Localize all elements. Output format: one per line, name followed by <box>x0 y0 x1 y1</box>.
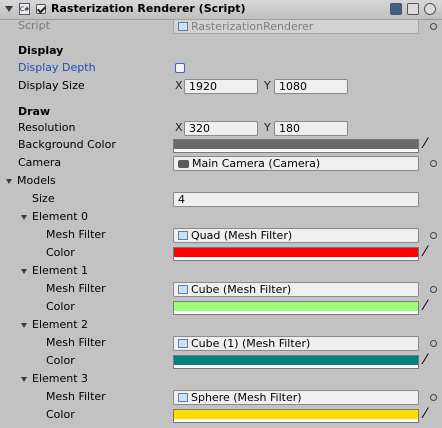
element-0-mesh-picker-icon[interactable] <box>430 232 437 239</box>
element-3-mesh-value: Sphere (Mesh Filter) <box>191 391 302 404</box>
camera-field-value: Main Camera (Camera) <box>192 157 321 170</box>
element-2-alpha-bar <box>174 365 418 368</box>
display-depth-checkbox[interactable] <box>175 63 185 73</box>
element-2-color-field[interactable] <box>173 355 419 369</box>
element-3-eyedropper-icon[interactable]: ⁄ <box>424 407 426 421</box>
display-size-x-label: X <box>175 79 183 92</box>
element-2-mesh-field[interactable]: Cube (1) (Mesh Filter) <box>173 336 419 351</box>
display-size-label: Display Size <box>18 79 85 92</box>
models-label: Models <box>17 174 56 187</box>
element-0-color-label: Color <box>46 246 75 259</box>
script-file-icon <box>178 22 188 31</box>
element-2-foldout-icon[interactable] <box>21 323 27 328</box>
element-0-foldout-icon[interactable] <box>21 215 27 220</box>
element-2-mesh-value: Cube (1) (Mesh Filter) <box>191 337 311 350</box>
resolution-x-input[interactable]: 320 <box>184 121 258 136</box>
element-0-eyedropper-icon[interactable]: ⁄ <box>424 245 426 259</box>
display-depth-label: Display Depth <box>18 61 96 74</box>
element-0-mesh-field[interactable]: Quad (Mesh Filter) <box>173 228 419 243</box>
script-label: Script <box>18 19 50 32</box>
element-2-color-label: Color <box>46 354 75 367</box>
camera-field[interactable]: Main Camera (Camera) <box>173 156 419 171</box>
element-2-mesh-label: Mesh Filter <box>46 336 106 349</box>
element-1-label: Element 1 <box>32 264 89 277</box>
element-0-mesh-value: Quad (Mesh Filter) <box>191 229 293 242</box>
display-size-x-input[interactable]: 1920 <box>184 79 258 94</box>
background-color-swatch <box>174 140 418 149</box>
mesh-filter-icon <box>178 393 188 402</box>
gear-dropdown-icon[interactable] <box>424 3 436 15</box>
script-field: RasterizationRenderer <box>173 19 419 34</box>
mesh-filter-icon <box>178 285 188 294</box>
resolution-label: Resolution <box>18 121 76 134</box>
models-size-input[interactable]: 4 <box>173 192 419 207</box>
element-3-alpha-bar <box>174 419 418 422</box>
cs-script-icon: C# <box>19 3 30 15</box>
element-3-mesh-label: Mesh Filter <box>46 390 106 403</box>
element-2-label: Element 2 <box>32 318 89 331</box>
element-2-color-swatch <box>174 356 418 365</box>
component-enabled-checkbox[interactable] <box>36 4 46 14</box>
models-size-label: Size <box>32 192 55 205</box>
element-1-mesh-label: Mesh Filter <box>46 282 106 295</box>
element-3-color-field[interactable] <box>173 409 419 423</box>
element-1-eyedropper-icon[interactable]: ⁄ <box>424 299 426 313</box>
display-size-y-label: Y <box>264 79 271 92</box>
eyedropper-icon[interactable]: ⁄ <box>424 137 426 151</box>
resolution-y-label: Y <box>264 121 271 134</box>
element-3-color-label: Color <box>46 408 75 421</box>
book-help-icon[interactable] <box>390 3 402 15</box>
element-1-color-field[interactable] <box>173 301 419 315</box>
element-3-label: Element 3 <box>32 372 89 385</box>
background-color-field[interactable] <box>173 139 419 153</box>
camera-label: Camera <box>18 156 62 169</box>
element-0-mesh-label: Mesh Filter <box>46 228 106 241</box>
element-1-mesh-field[interactable]: Cube (Mesh Filter) <box>173 282 419 297</box>
element-1-alpha-bar <box>174 311 418 314</box>
camera-icon <box>178 160 189 168</box>
resolution-y-input[interactable]: 180 <box>274 121 348 136</box>
script-field-value: RasterizationRenderer <box>191 20 314 33</box>
element-1-mesh-picker-icon[interactable] <box>430 286 437 293</box>
element-2-eyedropper-icon[interactable]: ⁄ <box>424 353 426 367</box>
gear-icon[interactable] <box>407 3 419 15</box>
element-0-alpha-bar <box>174 257 418 260</box>
element-1-color-swatch <box>174 302 418 311</box>
element-1-mesh-value: Cube (Mesh Filter) <box>191 283 292 296</box>
element-0-color-swatch <box>174 248 418 257</box>
background-alpha-bar <box>174 149 418 152</box>
display-heading: Display <box>18 44 64 57</box>
element-3-color-swatch <box>174 410 418 419</box>
element-3-foldout-icon[interactable] <box>21 377 27 382</box>
element-3-mesh-picker-icon[interactable] <box>430 394 437 401</box>
element-3-mesh-field[interactable]: Sphere (Mesh Filter) <box>173 390 419 405</box>
element-0-label: Element 0 <box>32 210 89 223</box>
object-picker-icon <box>430 23 437 30</box>
mesh-filter-icon <box>178 339 188 348</box>
display-size-y-input[interactable]: 1080 <box>274 79 348 94</box>
component-title: Rasterization Renderer (Script) <box>51 2 246 15</box>
models-foldout-icon[interactable] <box>6 179 12 184</box>
draw-heading: Draw <box>18 105 51 118</box>
element-0-color-field[interactable] <box>173 247 419 261</box>
foldout-arrow-icon[interactable] <box>5 6 13 12</box>
camera-picker-icon[interactable] <box>430 160 437 167</box>
resolution-x-label: X <box>175 121 183 134</box>
element-1-foldout-icon[interactable] <box>21 269 27 274</box>
mesh-filter-icon <box>178 231 188 240</box>
element-2-mesh-picker-icon[interactable] <box>430 340 437 347</box>
background-color-label: Background Color <box>18 138 116 151</box>
element-1-color-label: Color <box>46 300 75 313</box>
